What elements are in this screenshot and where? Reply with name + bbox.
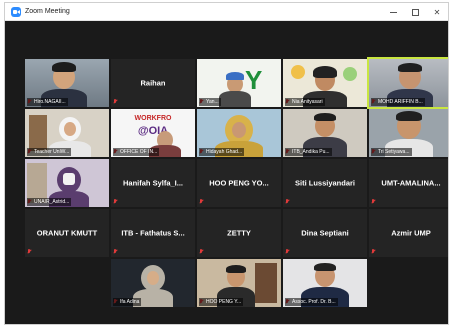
muted-mic-icon: [113, 248, 119, 256]
participant-name-label: Tri Setiyawa...: [371, 148, 412, 156]
background-decoration: [343, 67, 357, 81]
close-button[interactable]: ✕: [426, 3, 448, 21]
close-icon: ✕: [433, 7, 441, 17]
participant-tile-video[interactable]: UNAIR_Astrid...: [25, 159, 109, 207]
muted-mic-icon: [113, 198, 119, 206]
active-speaker-tile[interactable]: MOHD ARIFFIN B...: [367, 57, 448, 109]
participant-tile-video[interactable]: HOO PENG Y...: [197, 259, 281, 307]
participant-name: Hanifah Sylfa_I...: [122, 178, 184, 188]
participant-name-label: Nia Anityasari: [285, 98, 325, 106]
zoom-window: Zoom Meeting ✕ Hiro.NAGAII... Raihan Y Y…: [4, 2, 449, 325]
participant-tile-no-video[interactable]: UMT-AMALINA...: [369, 159, 448, 207]
participant-hat: [226, 72, 244, 80]
participant-name: ITB - Fathatus S...: [121, 228, 185, 238]
participant-tile-no-video[interactable]: ZETTY: [197, 209, 281, 257]
participant-mask: [63, 173, 75, 185]
background-logo: Y: [245, 65, 263, 95]
participant-hair: [52, 62, 76, 72]
participant-tile-video[interactable]: Ifa Adina: [111, 259, 195, 307]
muted-mic-icon: [199, 248, 205, 256]
participant-name-label: HOO PENG Y...: [199, 298, 244, 306]
participant-tile-video[interactable]: ITB_Andika Pu...: [283, 109, 367, 157]
participant-hair: [314, 263, 336, 271]
participant-name: Azmir UMP: [391, 228, 431, 238]
participant-tile-no-video[interactable]: ITB - Fathatus S...: [111, 209, 195, 257]
muted-mic-icon: [371, 198, 377, 206]
participant-name: Raihan: [140, 78, 166, 88]
participant-hair: [313, 66, 337, 78]
participant-name: ORANUT KMUTT: [36, 228, 98, 238]
participant-tile-video[interactable]: Nia Anityasari: [283, 59, 367, 107]
zoom-camera-icon: [11, 6, 21, 17]
muted-mic-icon: [285, 248, 291, 256]
participant-name-label: Hiro.NAGAII...: [27, 98, 68, 106]
participant-tile-no-video[interactable]: Raihan: [111, 59, 195, 107]
muted-mic-icon: [27, 248, 33, 256]
participant-name-label: Ifa Adina: [113, 298, 142, 306]
participant-tile-video[interactable]: Teacher UniW...: [25, 109, 109, 157]
muted-mic-icon: [285, 198, 291, 206]
participant-hair: [226, 265, 246, 273]
minimize-icon: [389, 11, 397, 13]
participant-hair: [396, 111, 422, 121]
maximize-icon: [411, 8, 419, 16]
participant-name-label: MOHD ARIFFIN B...: [371, 98, 425, 106]
participant-tile-video[interactable]: Hidayah Ghad...: [197, 109, 281, 157]
participant-hair: [314, 113, 336, 121]
participant-face: [64, 122, 76, 136]
gallery-view: Hiro.NAGAII... Raihan Y Yan... Nia Anity…: [5, 21, 448, 324]
bookshelf: [29, 115, 47, 151]
participant-hair: [398, 63, 422, 72]
participant-name: Siti Lussiyandari: [294, 178, 356, 188]
participant-tile-video[interactable]: WORKFRO @OIA OFFICE OF IN...: [111, 109, 195, 157]
participant-name-label: Hidayah Ghad...: [199, 148, 245, 156]
participant-name-label: Yan...: [199, 98, 221, 106]
maximize-button[interactable]: [404, 3, 426, 21]
participant-name: Dina Septiani: [301, 228, 349, 238]
minimize-button[interactable]: [382, 3, 404, 21]
muted-mic-icon: [371, 248, 377, 256]
title-bar: Zoom Meeting ✕: [5, 3, 448, 21]
window-title: Zoom Meeting: [25, 8, 70, 15]
participant-name: ZETTY: [227, 228, 251, 238]
participant-tile-video[interactable]: Tri Setiyawa...: [369, 109, 448, 157]
participant-name-label: Assoc. Prof. Dr. B...: [285, 298, 338, 306]
participant-tile-video[interactable]: Y Yan...: [197, 59, 281, 107]
participant-name-label: ITB_Andika Pu...: [285, 148, 332, 156]
background-logo-bottom: @OIA: [137, 125, 169, 137]
participant-tile-no-video[interactable]: Azmir UMP: [369, 209, 448, 257]
participant-name-label: UNAIR_Astrid...: [27, 198, 72, 206]
participant-tile-no-video[interactable]: Hanifah Sylfa_I...: [111, 159, 195, 207]
muted-mic-icon: [199, 198, 205, 206]
participant-name: HOO PENG YO...: [209, 178, 269, 188]
participant-face: [147, 271, 159, 285]
background-logo-top: WORKFRO: [134, 115, 172, 122]
background-decoration: [291, 65, 305, 79]
participant-tile-video[interactable]: Hiro.NAGAII...: [25, 59, 109, 107]
participant-name-label: Teacher UniW...: [27, 148, 72, 156]
room-background: [27, 163, 47, 203]
muted-mic-icon: [113, 98, 119, 106]
participant-name: UMT-AMALINA...: [381, 178, 441, 188]
participant-body: [219, 91, 251, 107]
participant-tile-no-video[interactable]: Dina Septiani: [283, 209, 367, 257]
participant-tile-video[interactable]: Assoc. Prof. Dr. B...: [283, 259, 367, 307]
participant-face: [232, 122, 246, 138]
participant-tile-no-video[interactable]: Siti Lussiyandari: [283, 159, 367, 207]
room-door: [255, 263, 277, 303]
participant-tile-no-video[interactable]: ORANUT KMUTT: [25, 209, 109, 257]
participant-name-label: OFFICE OF IN...: [113, 148, 160, 156]
participant-tile-no-video[interactable]: HOO PENG YO...: [197, 159, 281, 207]
